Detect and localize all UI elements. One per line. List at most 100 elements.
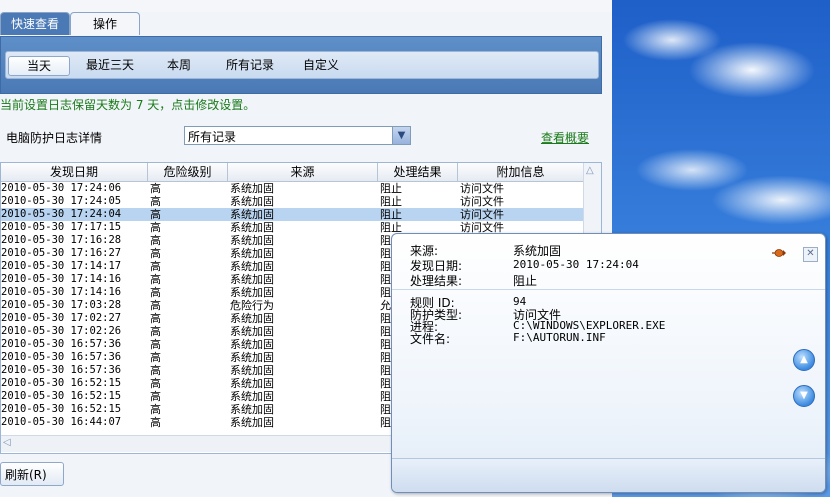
table-cell: 系统加固: [230, 273, 274, 286]
log-detail-label: 电脑防护日志详情: [6, 131, 103, 145]
log-detail-popup: 来源: 系统加固 发现日期: 2010-05-30 17:24:04 处理结果:…: [391, 233, 826, 493]
column-header-date[interactable]: 发现日期: [1, 163, 148, 182]
scroll-up-icon[interactable]: △: [586, 165, 594, 176]
table-cell: 2010-05-30 17:24:04: [1, 208, 122, 220]
table-cell: 高: [150, 234, 161, 247]
table-cell: 系统加固: [230, 208, 274, 221]
table-cell: 高: [150, 299, 161, 312]
table-cell: 阻: [380, 377, 391, 390]
table-cell: 高: [150, 325, 161, 338]
popup-file-label: 文件名:: [410, 332, 451, 346]
filter-today-button[interactable]: 当天: [8, 56, 70, 76]
popup-divider: [392, 289, 825, 290]
column-header-source[interactable]: 来源: [228, 163, 378, 182]
table-cell: 系统加固: [230, 416, 274, 429]
table-cell: 阻: [380, 364, 391, 377]
table-cell: 阻: [380, 416, 391, 429]
table-cell: 高: [150, 208, 161, 221]
table-header: 发现日期 危险级别 来源 处理结果 附加信息: [1, 163, 584, 182]
table-cell: 高: [150, 390, 161, 403]
table-cell: 阻: [380, 312, 391, 325]
column-header-result[interactable]: 处理结果: [378, 163, 458, 182]
record-type-select[interactable]: 所有记录 ▼: [184, 126, 411, 145]
table-cell: 高: [150, 273, 161, 286]
table-cell: 系统加固: [230, 260, 274, 273]
title-strip: [0, 0, 612, 12]
table-cell: 系统加固: [230, 234, 274, 247]
table-cell: 系统加固: [230, 286, 274, 299]
table-cell: 访问文件: [460, 195, 504, 208]
table-cell: 高: [150, 364, 161, 377]
scroll-left-icon[interactable]: ◁: [3, 437, 11, 448]
table-cell: 阻: [380, 286, 391, 299]
table-cell: 系统加固: [230, 195, 274, 208]
table-cell: 系统加固: [230, 403, 274, 416]
table-cell: 2010-05-30 17:16:27: [1, 247, 122, 259]
column-header-extra[interactable]: 附加信息: [458, 163, 584, 182]
column-header-risk[interactable]: 危险级别: [148, 163, 228, 182]
table-cell: 阻: [380, 247, 391, 260]
tab-quick-view[interactable]: 快速查看: [0, 12, 70, 35]
table-cell: 2010-05-30 16:52:15: [1, 390, 122, 402]
table-cell: 系统加固: [230, 247, 274, 260]
table-cell: 系统加固: [230, 351, 274, 364]
filter-all-records-button[interactable]: 所有记录: [220, 56, 280, 74]
table-cell: 高: [150, 338, 161, 351]
table-cell: 2010-05-30 17:02:27: [1, 312, 122, 324]
filter-this-week-button[interactable]: 本周: [154, 56, 204, 74]
table-cell: 2010-05-30 17:14:17: [1, 260, 122, 272]
table-cell: 高: [150, 286, 161, 299]
table-cell: 高: [150, 260, 161, 273]
table-cell: 2010-05-30 17:24:06: [1, 182, 122, 194]
table-cell: 高: [150, 247, 161, 260]
table-cell: 访问文件: [460, 182, 504, 195]
table-cell: 高: [150, 221, 161, 234]
table-cell: 2010-05-30 17:02:26: [1, 325, 122, 337]
table-cell: 阻: [380, 273, 391, 286]
table-cell: 2010-05-30 17:17:15: [1, 221, 122, 233]
table-row[interactable]: 2010-05-30 17:24:06 高 系统加固 阻止 访问文件: [1, 182, 583, 195]
view-overview-link[interactable]: 查看概要: [541, 129, 589, 146]
table-cell: 危险行为: [230, 299, 274, 312]
popup-footer: [392, 458, 825, 492]
tab-operations[interactable]: 操作: [70, 12, 140, 35]
table-cell: 高: [150, 312, 161, 325]
table-cell: 高: [150, 351, 161, 364]
table-cell: 阻: [380, 234, 391, 247]
table-cell: 2010-05-30 16:52:15: [1, 377, 122, 389]
scroll-up-icon[interactable]: ▲: [793, 349, 815, 371]
table-row[interactable]: 2010-05-30 17:24:04 高 系统加固 阻止 访问文件: [1, 208, 583, 221]
scroll-down-icon[interactable]: ▼: [793, 385, 815, 407]
popup-result-label: 处理结果:: [410, 274, 463, 288]
table-cell: 阻止: [380, 208, 402, 221]
table-cell: 系统加固: [230, 390, 274, 403]
filter-last-three-days-button[interactable]: 最近三天: [80, 56, 140, 74]
table-cell: 2010-05-30 16:57:36: [1, 338, 122, 350]
table-row[interactable]: 2010-05-30 17:24:05 高 系统加固 阻止 访问文件: [1, 195, 583, 208]
close-icon[interactable]: ✕: [803, 247, 818, 262]
table-cell: 阻: [380, 403, 391, 416]
table-cell: 2010-05-30 16:57:36: [1, 351, 122, 363]
table-cell: 系统加固: [230, 364, 274, 377]
table-cell: 高: [150, 377, 161, 390]
refresh-button[interactable]: 刷新(R): [0, 462, 64, 486]
tab-bar: 快速查看 操作: [0, 12, 612, 36]
popup-file-value: F:\AUTORUN.INF: [513, 331, 606, 344]
table-cell: 2010-05-30 17:14:16: [1, 286, 122, 298]
table-cell: 2010-05-30 17:03:28: [1, 299, 122, 311]
table-cell: 2010-05-30 16:52:15: [1, 403, 122, 415]
table-cell: 高: [150, 416, 161, 429]
table-cell: 2010-05-30 17:14:16: [1, 273, 122, 285]
table-cell: 2010-05-30 17:16:28: [1, 234, 122, 246]
record-type-value: 所有记录: [188, 130, 237, 144]
table-cell: 访问文件: [460, 208, 504, 221]
table-cell: 阻: [380, 390, 391, 403]
dropdown-arrow-icon[interactable]: ▼: [392, 127, 410, 144]
filter-custom-button[interactable]: 自定义: [296, 56, 346, 74]
retention-settings-link[interactable]: 当前设置日志保留天数为 7 天，点击修改设置。: [0, 96, 255, 113]
table-cell: 高: [150, 403, 161, 416]
table-cell: 2010-05-30 16:44:07: [1, 416, 122, 428]
table-cell: 2010-05-30 17:24:05: [1, 195, 122, 207]
date-filter-bar: 当天 最近三天 本周 所有记录 自定义: [5, 51, 599, 79]
pin-icon[interactable]: [772, 248, 786, 258]
